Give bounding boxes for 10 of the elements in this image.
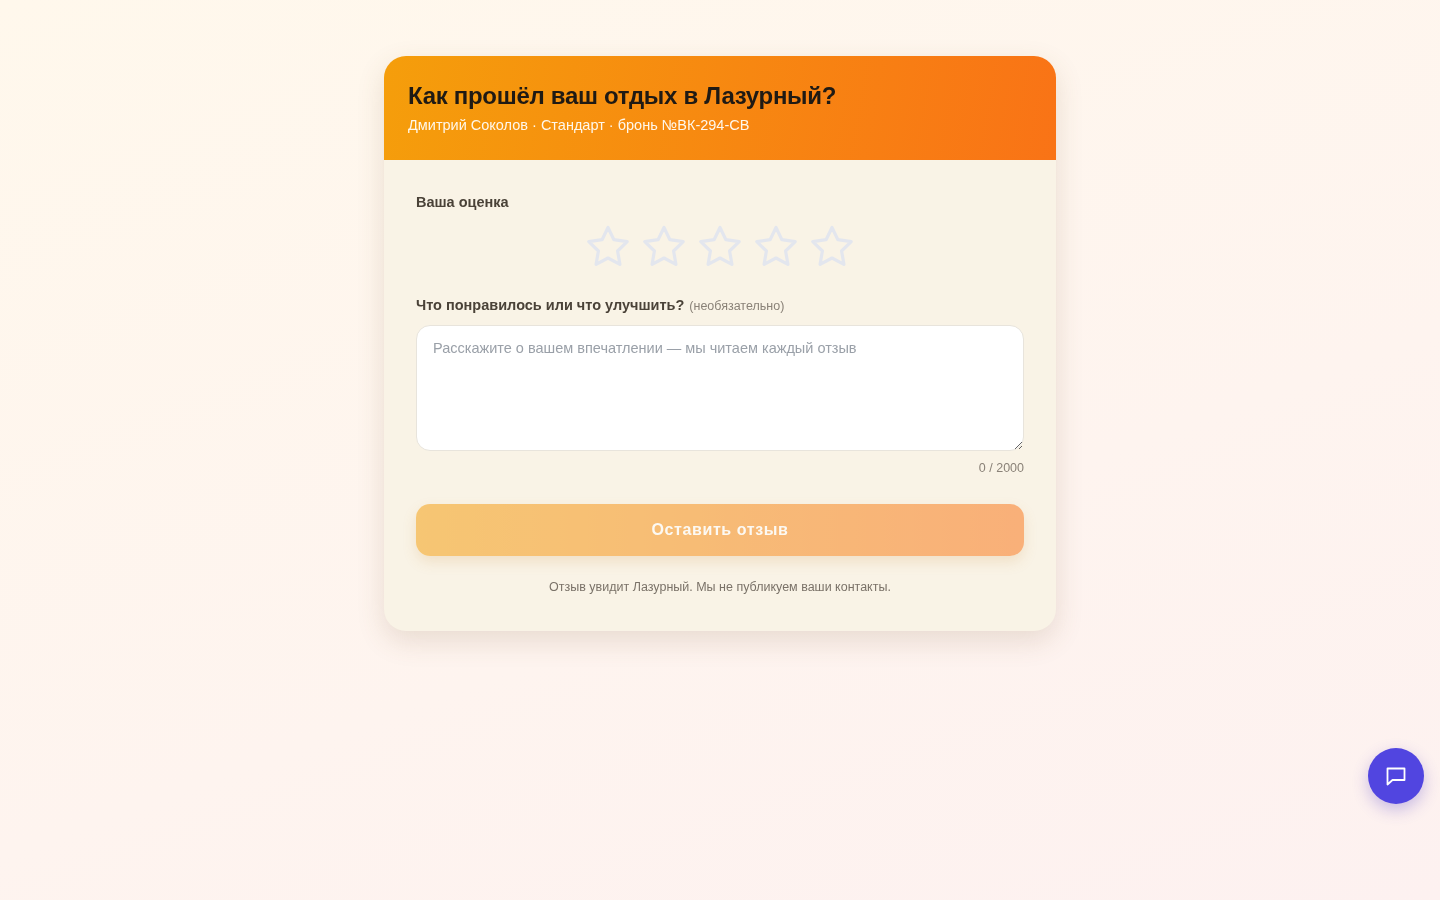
character-counter: 0 / 2000 (978, 459, 1024, 476)
speech-bubble-icon (1385, 765, 1407, 787)
optional-hint: (необязательно) (689, 298, 785, 315)
booking-details: Дмитрий Соколов · Стандарт · бронь №ВК-294-СВ (408, 116, 751, 135)
comment-label: Что понравилось или что улучшить? (416, 296, 685, 315)
chat-button[interactable] (1368, 748, 1424, 804)
privacy-note: Отзыв увидит Лазурный. Мы не публикуем ваши контакты. (549, 578, 891, 595)
comment-field[interactable]: Расскажите о вашем впечатлении — мы читаем каждый отзыв (416, 324, 1024, 451)
rating-label: Ваша оценка (416, 193, 510, 212)
card-title: Как прошёл ваш отдых в Лазурный? (408, 81, 838, 111)
